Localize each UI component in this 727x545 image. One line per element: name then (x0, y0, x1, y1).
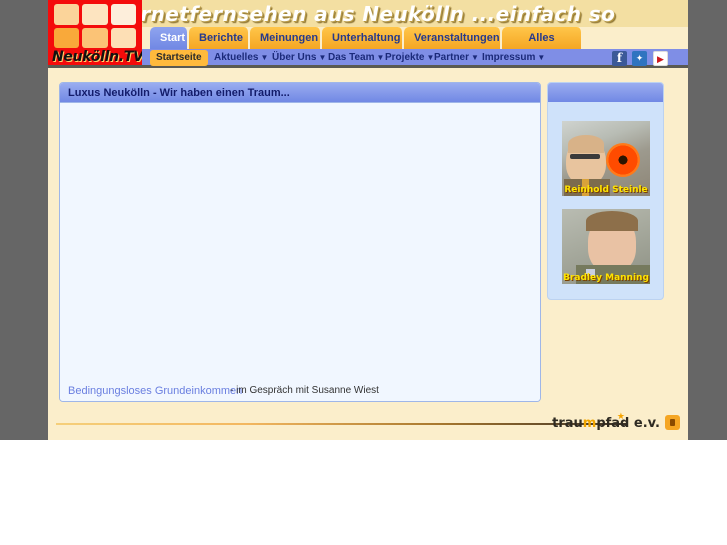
website-page: Internetfernsehen aus Neukölln ...einfac… (48, 0, 688, 440)
thumb-hair (586, 211, 638, 231)
myspace-icon[interactable]: ✦ (632, 51, 647, 66)
tab-meinungen[interactable]: Meinungen (250, 27, 321, 49)
subitem-ueber-uns-label: Über Uns (272, 52, 317, 63)
video-panel: Luxus Neukölln - Wir haben einen Traum..… (59, 82, 541, 402)
thumb-label-manning: Bradley Manning (563, 273, 649, 283)
subitem-ueber-uns[interactable]: Über Uns ▼ (272, 50, 326, 66)
sidebar-thumbnail-reinhold-steinle[interactable]: Reinhold Steinle (562, 121, 650, 196)
thumb-flower-icon (606, 143, 640, 177)
thumb-glasses-icon (570, 154, 600, 159)
site-header: Internetfernsehen aus Neukölln ...einfac… (48, 0, 688, 68)
sidebar-panel: Reinhold Steinle Bradley Manning (547, 82, 664, 300)
chevron-down-icon: ▼ (376, 53, 385, 62)
site-tagline: Internetfernsehen aus Neukölln ...einfac… (94, 2, 616, 26)
video-caption-bar: Bedingungsloses Grundeinkommen - im Gesp… (60, 381, 540, 401)
caption-subtitle: - im Gespräch mit Susanne Wiest (230, 385, 379, 396)
tab-alles-andere[interactable]: Alles Andere (502, 27, 582, 66)
subitem-das-team-label: Das Team (328, 52, 375, 63)
chevron-down-icon: ▼ (318, 53, 327, 62)
tab-unterhaltung[interactable]: Unterhaltung (322, 27, 403, 49)
lock-badge-icon[interactable] (665, 415, 680, 430)
footer-brand-post: pfad e.v. (596, 416, 660, 431)
tab-berichte[interactable]: Berichte (189, 27, 249, 49)
site-footer: ★ traumpfad e.v. (48, 404, 688, 440)
sidebar-header (548, 83, 663, 102)
footer-brand-pre: trau (552, 416, 583, 431)
logo-wordmark: Neukölln.TV (52, 49, 142, 65)
sub-navigation: Startseite Aktuelles ▼ Über Uns ▼ Das Team… (142, 49, 688, 68)
thumb-label-steinle: Reinhold Steinle (564, 185, 648, 195)
main-tabs: Start Berichte Meinungen Unterhaltung Ve… (142, 27, 688, 66)
subitem-aktuelles[interactable]: Aktuelles ▼ (214, 50, 268, 66)
sidebar-thumbnail-bradley-manning[interactable]: Bradley Manning (562, 209, 650, 284)
youtube-icon[interactable]: ▶ (653, 51, 668, 66)
chevron-down-icon: ▼ (260, 53, 269, 62)
footer-brand[interactable]: traumpfad e.v. (552, 415, 660, 433)
subitem-aktuelles-label: Aktuelles (214, 52, 259, 63)
facebook-icon[interactable]: f (612, 51, 627, 66)
subitem-projekte-label: Projekte (385, 52, 425, 63)
subitem-partner-label: Partner (434, 52, 470, 63)
video-player-stage[interactable] (60, 104, 540, 382)
subitem-partner[interactable]: Partner ▼ (434, 50, 479, 66)
footer-brand-highlight: m (582, 416, 597, 431)
site-logo[interactable]: Neukölln.TV (48, 0, 142, 68)
tab-veranstaltungen[interactable]: Veranstaltungen (404, 27, 501, 49)
subitem-impressum-label: Impressum (482, 52, 536, 63)
tab-start[interactable]: Start (150, 27, 188, 49)
subitem-das-team[interactable]: Das Team ▼ (328, 50, 384, 66)
caption-link[interactable]: Bedingungsloses Grundeinkommen (68, 383, 242, 399)
subitem-impressum[interactable]: Impressum ▼ (482, 50, 545, 66)
logo-grid-icon (54, 4, 136, 48)
subitem-projekte[interactable]: Projekte ▼ (385, 50, 434, 66)
chevron-down-icon: ▼ (471, 53, 479, 62)
subitem-startseite[interactable]: Startseite (150, 50, 208, 66)
footer-divider (56, 423, 626, 425)
thumb-head-top (568, 135, 604, 153)
chevron-down-icon: ▼ (537, 53, 546, 62)
video-panel-title: Luxus Neukölln - Wir haben einen Traum..… (68, 87, 290, 99)
